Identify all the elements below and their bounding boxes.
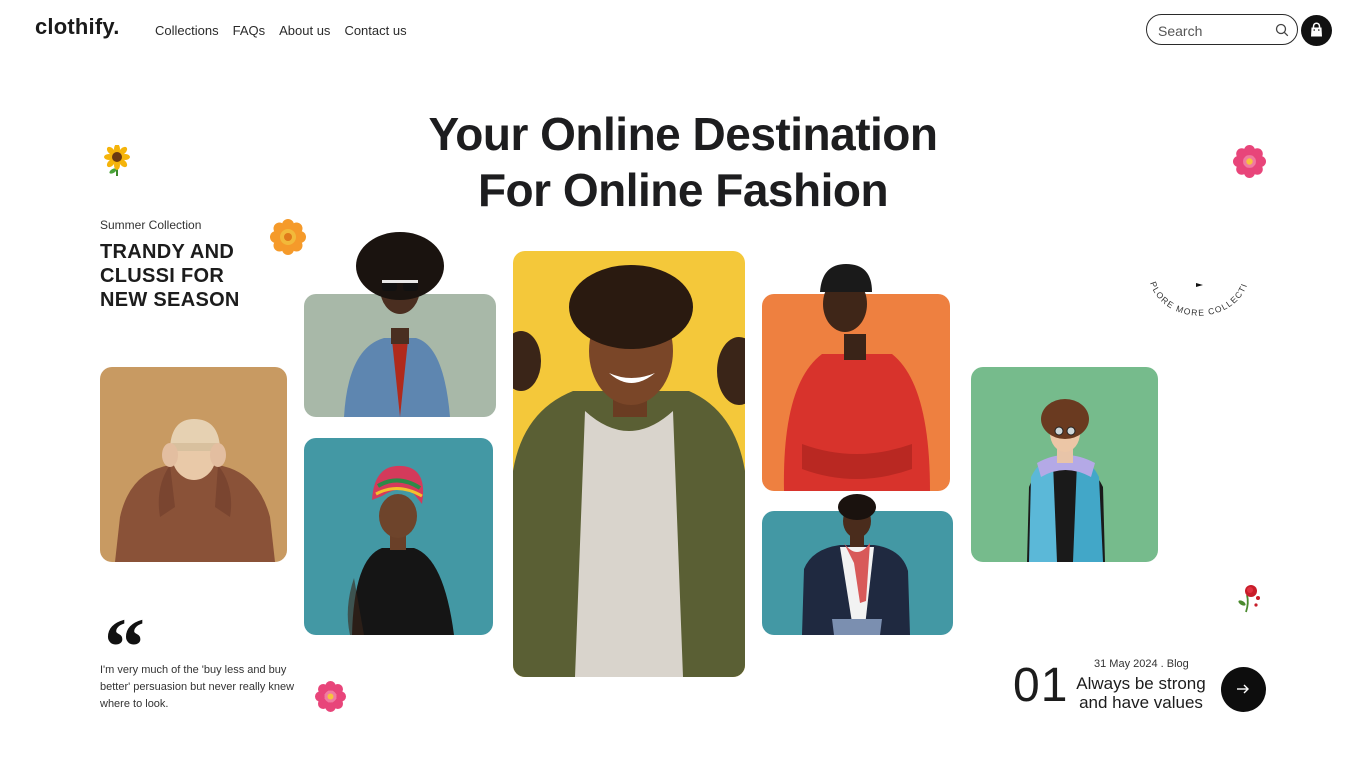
sunflower-icon — [104, 145, 130, 176]
product-card-featured[interactable] — [513, 251, 745, 677]
search-box — [1146, 14, 1298, 45]
collection-eyebrow: Summer Collection — [100, 218, 202, 232]
brand-logo[interactable]: clothify. — [35, 14, 120, 40]
model-head — [820, 264, 872, 332]
blog-meta: 31 May 2024 . Blog — [1094, 658, 1189, 670]
nav-contact-us[interactable]: Contact us — [344, 23, 406, 38]
product-card-red-jacket[interactable] — [762, 264, 950, 491]
model-photo — [1027, 399, 1105, 562]
search-input[interactable] — [1156, 20, 1275, 42]
nav-faqs[interactable]: FAQs — [233, 23, 266, 38]
model-photo — [344, 232, 450, 417]
headline-line1: TRANDY AND — [100, 241, 235, 263]
nav-collections[interactable]: Collections — [155, 23, 219, 38]
blog-number: 01 — [1013, 659, 1069, 712]
blog-title-line1: Always be strong — [1076, 674, 1206, 693]
pink-flower-icon — [1233, 145, 1266, 178]
arrow-right-icon — [1237, 684, 1249, 694]
headline-line2: CLUSSI FOR — [100, 265, 225, 287]
headline-line3: NEW SEASON — [100, 289, 240, 311]
product-card-denim[interactable] — [304, 232, 496, 417]
model-photo — [802, 494, 910, 635]
shopping-bag-icon — [1311, 22, 1322, 37]
collection-headline: TRANDY AND CLUSSI FOR NEW SEASON — [100, 240, 240, 312]
search-icon[interactable] — [1275, 23, 1289, 37]
product-card-scarf[interactable] — [762, 494, 953, 635]
play-arrow-icon — [1196, 283, 1203, 287]
blog-title[interactable]: Always be strong and have values — [1070, 674, 1212, 712]
hero-title-line1: Your Online Destination — [428, 108, 938, 160]
hero-title-line2: For Online Fashion — [477, 164, 889, 216]
nav-about-us[interactable]: About us — [279, 23, 330, 38]
model-photo — [513, 265, 745, 677]
orange-flower-icon — [270, 219, 306, 255]
blog-title-line2: and have values — [1079, 693, 1203, 712]
explore-more-collection-link[interactable]: EXPLORE MORE COLLECTION — [1144, 280, 1254, 350]
pink-flower-icon — [315, 681, 346, 712]
product-card-headwrap[interactable] — [304, 438, 493, 635]
blog-next-button[interactable] — [1221, 667, 1266, 712]
model-photo — [115, 419, 275, 562]
main-nav: Collections FAQs About us Contact us — [155, 23, 407, 38]
cart-button[interactable] — [1301, 15, 1332, 46]
product-card-beanie[interactable] — [100, 367, 287, 562]
rose-icon — [1238, 585, 1260, 613]
model-photo — [347, 465, 454, 635]
testimonial-text: I'm very much of the 'buy less and buy b… — [100, 664, 295, 710]
product-card-puffer[interactable] — [971, 367, 1158, 562]
